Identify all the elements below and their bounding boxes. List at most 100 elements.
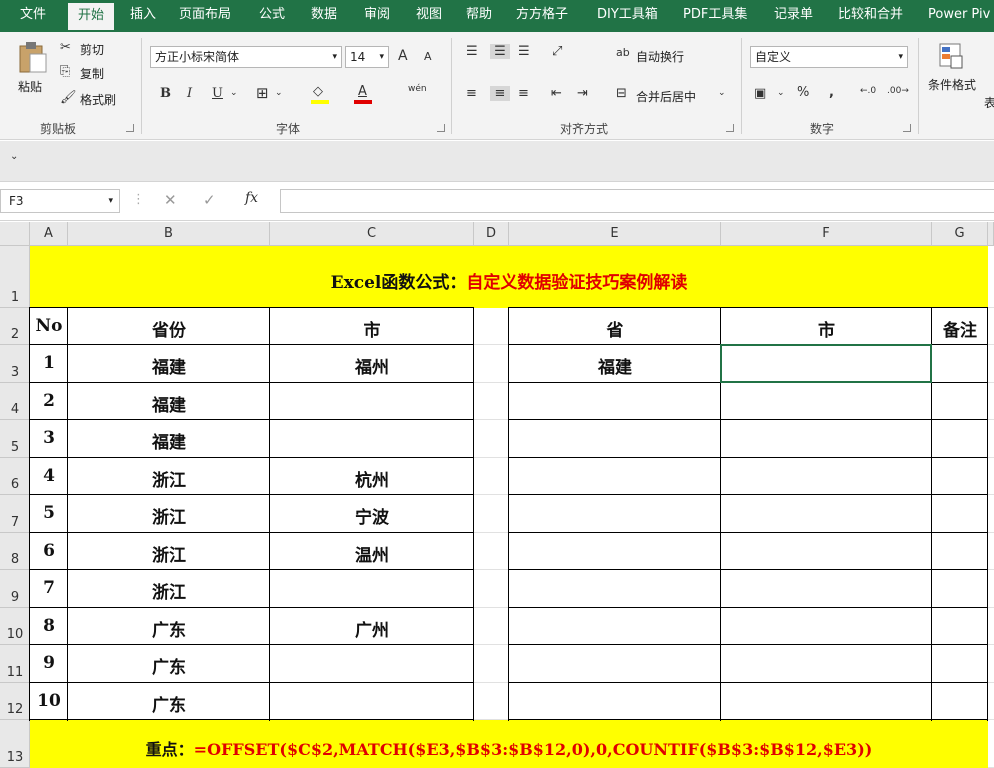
font-color-button[interactable]: A: [354, 84, 374, 106]
table-cell[interactable]: 福建: [68, 353, 270, 378]
table-cell[interactable]: 浙江: [68, 578, 270, 603]
tab-power-pivot[interactable]: Power Piv: [928, 0, 990, 32]
drag-handle-icon[interactable]: ⋮: [132, 192, 145, 207]
customize-quick-access-icon[interactable]: ⌄: [10, 151, 18, 162]
column-header-a[interactable]: A: [30, 222, 68, 246]
row-header-2[interactable]: 2: [0, 308, 30, 345]
tab-home[interactable]: 开始: [68, 3, 115, 32]
table-cell[interactable]: 广东: [68, 653, 270, 678]
conditional-formatting-button[interactable]: 条件格式 表: [926, 38, 994, 118]
tab-file[interactable]: 文件: [20, 0, 46, 32]
row-header-4[interactable]: 4: [0, 383, 30, 420]
table-cell[interactable]: 温州: [270, 541, 474, 566]
fill-color-button[interactable]: ◇: [311, 84, 331, 106]
tab-page-layout[interactable]: 页面布局: [179, 0, 231, 32]
name-box[interactable]: F3 ▾: [0, 189, 120, 213]
table-cell[interactable]: 4: [30, 466, 68, 486]
header-cell[interactable]: 省: [509, 316, 721, 341]
phonetic-guide-button[interactable]: wén: [408, 84, 427, 94]
clipboard-launcher[interactable]: [126, 124, 134, 132]
orientation-button[interactable]: ⤢: [552, 44, 562, 59]
decrease-indent-button[interactable]: ⇤: [551, 86, 562, 101]
table-cell[interactable]: 浙江: [68, 541, 270, 566]
table-cell[interactable]: 福州: [270, 353, 474, 378]
cancel-icon[interactable]: ✕: [164, 191, 177, 209]
number-launcher[interactable]: [903, 124, 911, 132]
font-name-select[interactable]: 方正小标宋简体 ▾: [150, 46, 342, 68]
table-cell[interactable]: 广州: [270, 616, 474, 641]
table-cell[interactable]: 浙江: [68, 466, 270, 491]
tab-compare-merge[interactable]: 比较和合并: [838, 0, 903, 32]
row-header-7[interactable]: 7: [0, 495, 30, 533]
header-cell[interactable]: 市: [721, 316, 932, 341]
align-middle-button[interactable]: ☰: [490, 44, 510, 59]
table-cell[interactable]: 福建: [68, 391, 270, 416]
column-header-f[interactable]: F: [721, 222, 932, 246]
chevron-down-icon[interactable]: ⌄: [230, 88, 238, 98]
increase-decimal-button[interactable]: ←.0: [860, 86, 876, 96]
comma-style-button[interactable]: ,: [829, 85, 834, 100]
align-center-button[interactable]: ≡: [490, 86, 510, 101]
table-cell[interactable]: 杭州: [270, 466, 474, 491]
header-cell[interactable]: No: [30, 316, 68, 336]
tab-diy-toolbox[interactable]: DIY工具箱: [597, 0, 658, 32]
header-cell[interactable]: 市: [270, 316, 474, 341]
tab-view[interactable]: 视图: [416, 0, 442, 32]
tab-pdf-tools[interactable]: PDF工具集: [683, 0, 747, 32]
borders-button[interactable]: ⊞: [256, 84, 269, 102]
column-header-c[interactable]: C: [270, 222, 474, 246]
grow-font-button[interactable]: A: [398, 48, 408, 64]
formula-note[interactable]: 重点：=OFFSET($C$2,MATCH($E3,$B$3:$B$12,0),…: [30, 736, 988, 760]
table-cell[interactable]: 福建: [68, 428, 270, 453]
align-left-button[interactable]: ≡: [466, 86, 477, 101]
cut-button[interactable]: ✂ 剪切: [60, 40, 130, 60]
table-cell[interactable]: 10: [30, 691, 68, 711]
selected-cell-f3[interactable]: [720, 344, 932, 383]
align-bottom-button[interactable]: ☰: [518, 44, 530, 59]
row-header-13[interactable]: 13: [0, 720, 30, 768]
tab-record-sheet[interactable]: 记录单: [774, 0, 813, 32]
column-header-g[interactable]: G: [932, 222, 988, 246]
row-header-11[interactable]: 11: [0, 645, 30, 683]
chevron-down-icon[interactable]: ⌄: [275, 88, 283, 98]
align-right-button[interactable]: ≡: [518, 86, 529, 101]
sheet-title[interactable]: Excel函数公式：自定义数据验证技巧案例解读: [30, 268, 988, 293]
chevron-down-icon[interactable]: ⌄: [777, 88, 785, 98]
row-header-6[interactable]: 6: [0, 458, 30, 495]
table-cell[interactable]: 广东: [68, 691, 270, 716]
align-top-button[interactable]: ☰: [466, 44, 478, 59]
table-cell[interactable]: 宁波: [270, 503, 474, 528]
row-header-1[interactable]: 1: [0, 246, 30, 308]
header-cell[interactable]: 省份: [68, 316, 270, 341]
tab-formulas[interactable]: 公式: [259, 0, 285, 32]
merge-center-button[interactable]: ⊟ 合并后居中 ⌄: [616, 86, 732, 106]
shrink-font-button[interactable]: A: [424, 50, 432, 63]
table-cell[interactable]: 7: [30, 578, 68, 598]
tab-ffgz[interactable]: 方方格子: [516, 0, 568, 32]
table-cell[interactable]: 5: [30, 503, 68, 523]
header-cell[interactable]: 备注: [932, 316, 988, 341]
bold-button[interactable]: B: [160, 86, 171, 101]
accounting-format-button[interactable]: ▣: [754, 86, 766, 101]
italic-button[interactable]: I: [187, 86, 192, 101]
underline-button[interactable]: U: [212, 86, 223, 101]
decrease-decimal-button[interactable]: .00→: [887, 86, 909, 96]
alignment-launcher[interactable]: [726, 124, 734, 132]
tab-insert[interactable]: 插入: [130, 0, 156, 32]
row-header-3[interactable]: 3: [0, 345, 30, 383]
row-header-8[interactable]: 8: [0, 533, 30, 570]
column-header-d[interactable]: D: [474, 222, 509, 246]
paste-button[interactable]: 粘贴: [12, 38, 52, 108]
table-cell-e3[interactable]: 福建: [509, 353, 721, 378]
table-cell[interactable]: 3: [30, 428, 68, 448]
percent-style-button[interactable]: %: [797, 85, 809, 100]
format-painter-button[interactable]: 🖌 格式刷: [60, 90, 135, 110]
insert-function-icon[interactable]: fx: [245, 190, 258, 206]
row-header-10[interactable]: 10: [0, 608, 30, 645]
select-all-corner[interactable]: [0, 222, 30, 246]
font-size-select[interactable]: 14 ▾: [345, 46, 389, 68]
tab-review[interactable]: 审阅: [364, 0, 390, 32]
tab-help[interactable]: 帮助: [466, 0, 492, 32]
number-format-select[interactable]: 自定义 ▾: [750, 46, 908, 68]
formula-input[interactable]: [280, 189, 994, 213]
